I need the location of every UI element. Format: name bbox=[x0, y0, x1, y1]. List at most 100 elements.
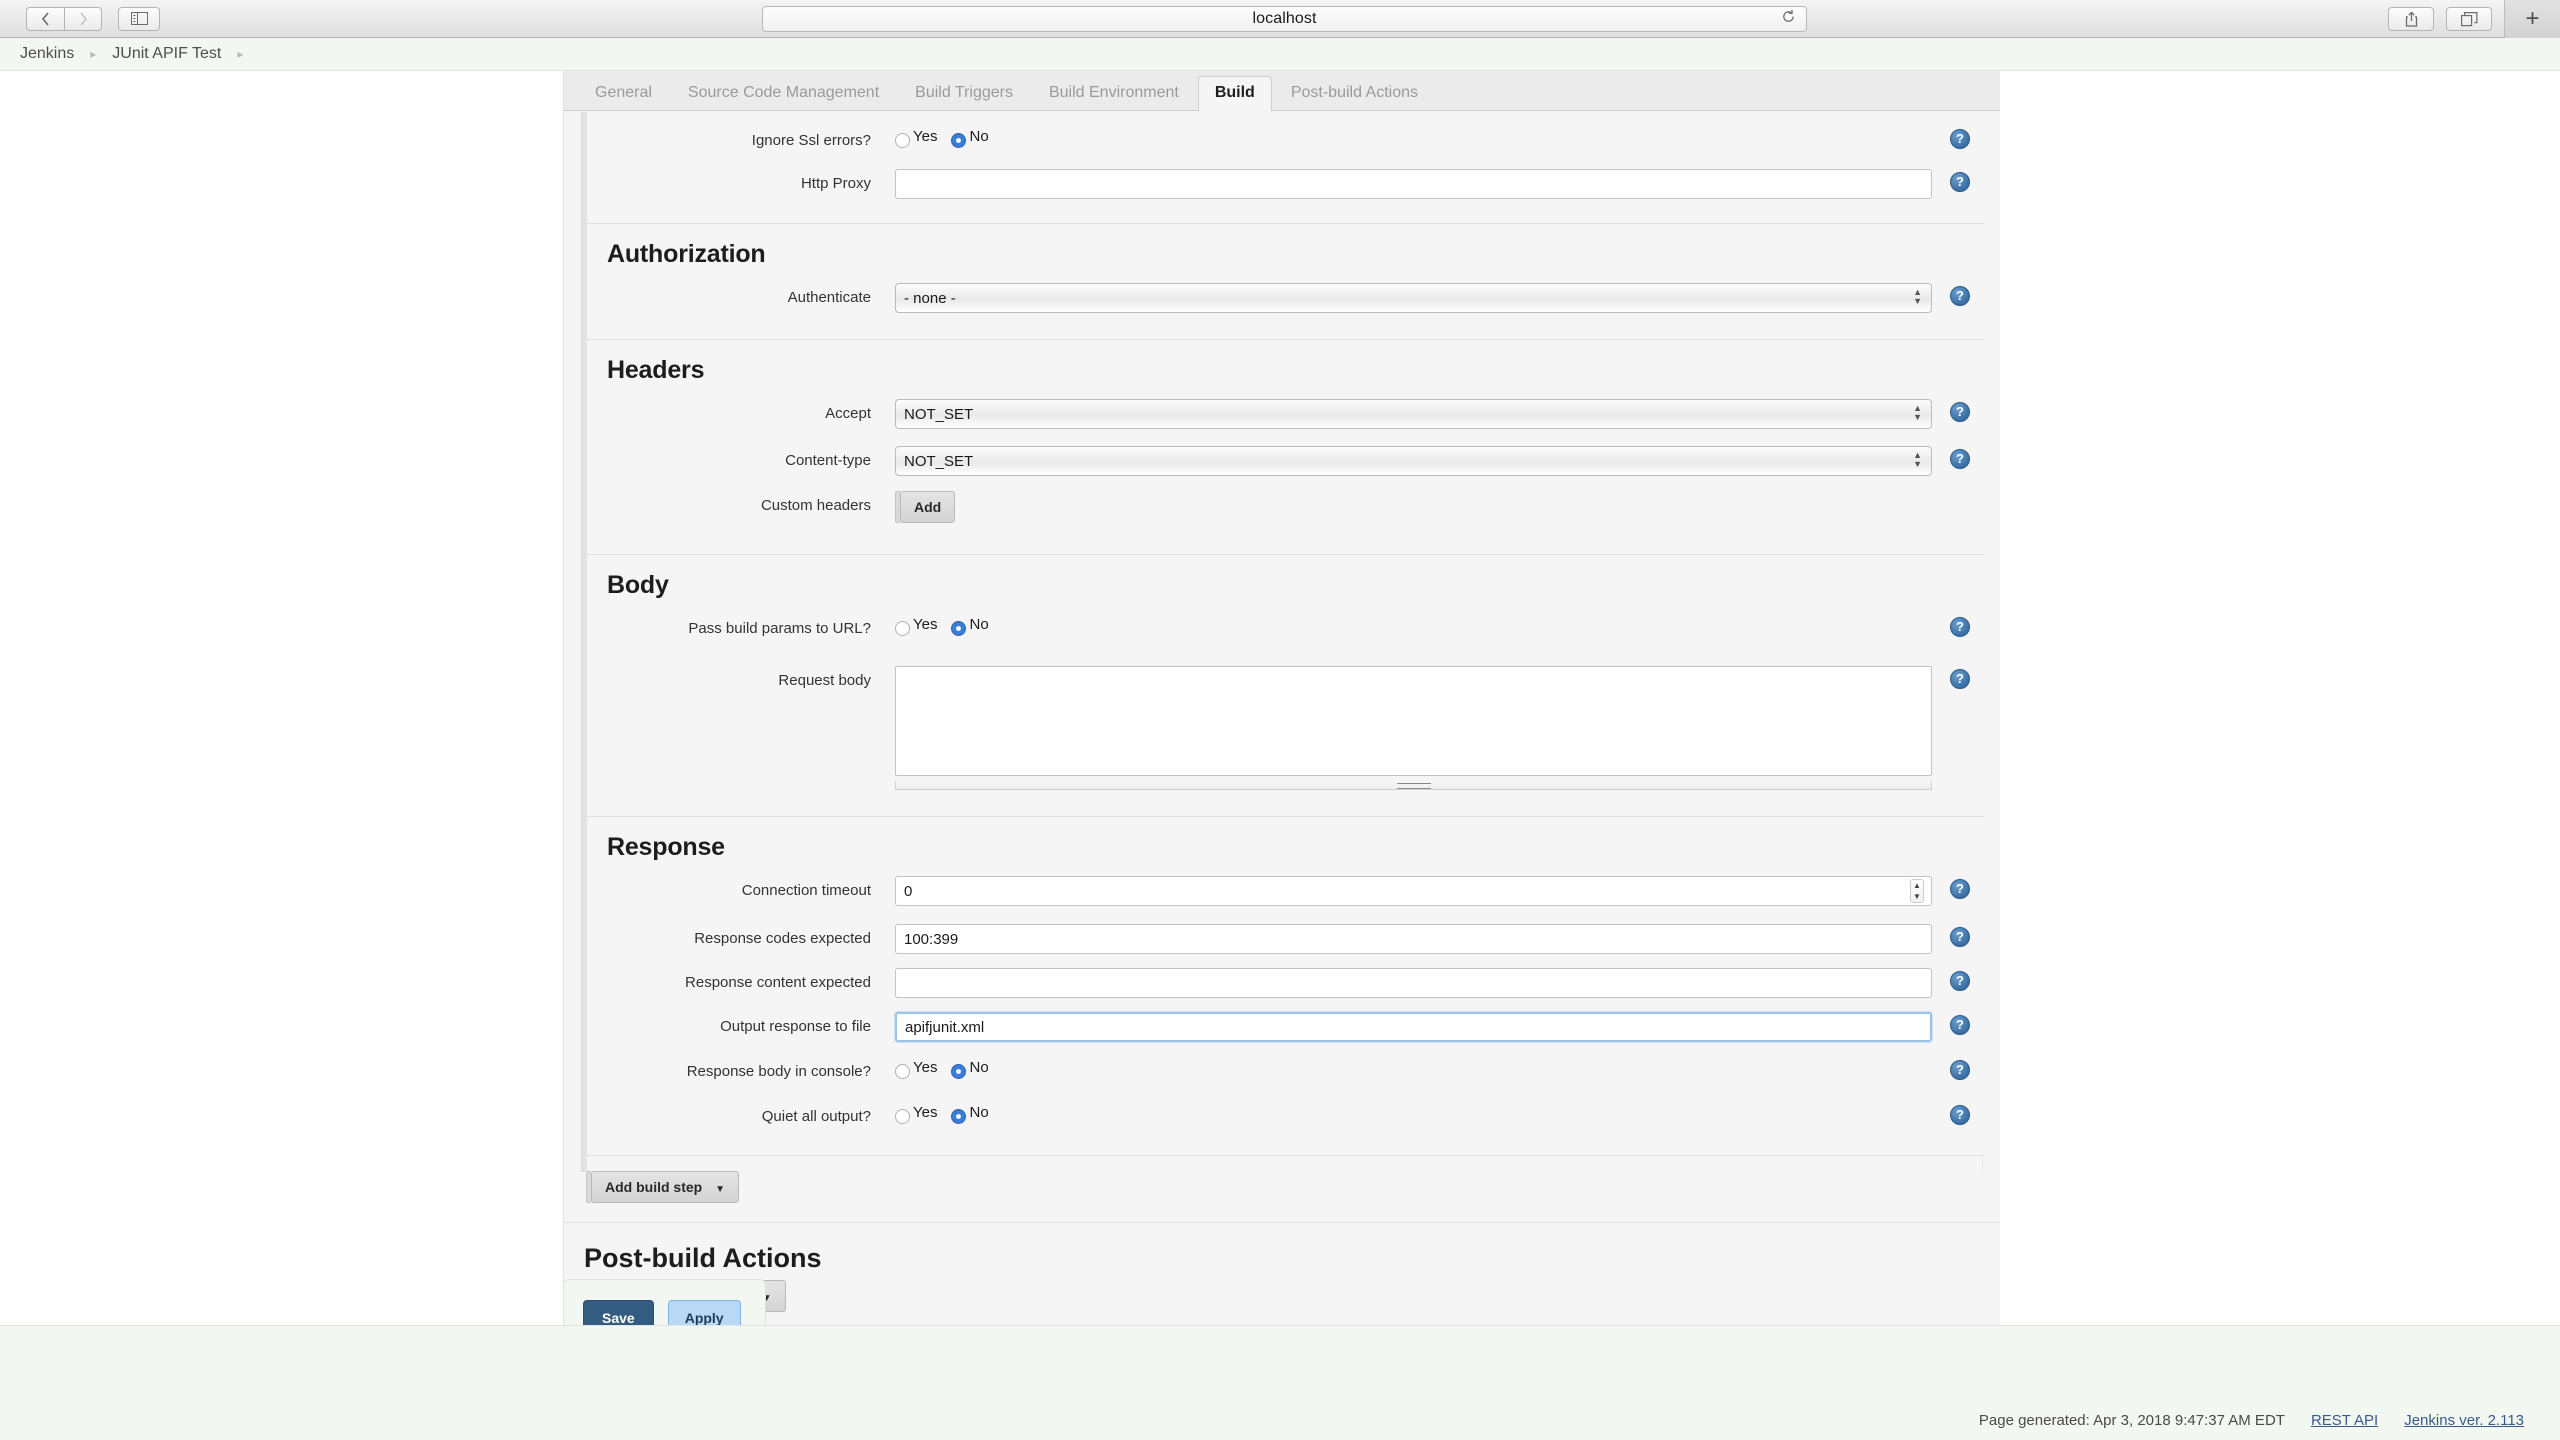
heading-response: Response bbox=[607, 833, 725, 861]
response-content-expected-input[interactable] bbox=[895, 968, 1932, 998]
label-pass-build-params: Pass build params to URL? bbox=[688, 620, 871, 637]
request-body-resize-handle[interactable] bbox=[895, 781, 1932, 790]
browser-toolbar: localhost + bbox=[0, 0, 2560, 38]
breadcrumb-separator-end[interactable]: ▸ bbox=[225, 47, 255, 61]
field-content-type: NOT_SET ▲ ▼ ? bbox=[895, 446, 1984, 476]
left-rail bbox=[0, 71, 564, 1361]
connection-timeout-input[interactable] bbox=[895, 876, 1932, 906]
row-request-body: Request body ? bbox=[587, 648, 1984, 790]
tab-build[interactable]: Build bbox=[1197, 76, 1272, 111]
right-rail bbox=[2000, 71, 2560, 1361]
radio-label-yes: Yes bbox=[913, 1059, 938, 1076]
radio-label-yes: Yes bbox=[913, 616, 938, 633]
help-icon-authenticate[interactable]: ? bbox=[1950, 286, 1970, 306]
field-response-body-in-console: Yes No ? bbox=[895, 1057, 1984, 1080]
radio-label-no: No bbox=[969, 1104, 989, 1121]
tab-build-environment[interactable]: Build Environment bbox=[1032, 76, 1196, 111]
radio-quiet-yes[interactable]: Yes bbox=[895, 1104, 947, 1124]
radio-response-console-no[interactable]: No bbox=[951, 1059, 998, 1079]
radio-pass-params-yes[interactable]: Yes bbox=[895, 616, 947, 636]
authenticate-select-wrap: - none - ▲ ▼ bbox=[895, 283, 1932, 313]
connection-timeout-wrap: ▲▼ bbox=[895, 876, 1932, 906]
page-footer: Page generated: Apr 3, 2018 9:47:37 AM E… bbox=[0, 1325, 2560, 1440]
row-response-body-in-console: Response body in console? Yes No ? bbox=[587, 1042, 1984, 1080]
radio-response-console-yes[interactable]: Yes bbox=[895, 1059, 947, 1079]
row-response-content-expected: Response content expected ? bbox=[587, 954, 1984, 998]
radio-dot-no[interactable] bbox=[951, 1109, 967, 1124]
row-output-response-to-file: Output response to file ? bbox=[587, 998, 1984, 1042]
radio-ignore-ssl-no[interactable]: No bbox=[951, 128, 998, 148]
row-response-codes-expected: Response codes expected ? bbox=[587, 910, 1984, 954]
reload-icon[interactable] bbox=[1781, 9, 1796, 29]
radio-quiet-no[interactable]: No bbox=[951, 1104, 998, 1124]
footer-content: Page generated: Apr 3, 2018 9:47:37 AM E… bbox=[1979, 1412, 2524, 1429]
address-bar[interactable]: localhost bbox=[762, 6, 1807, 32]
heading-authorization: Authorization bbox=[607, 240, 766, 268]
radio-pass-params-no[interactable]: No bbox=[951, 616, 998, 636]
field-pass-build-params: Yes No ? bbox=[895, 614, 1984, 637]
config-tab-bar: General Source Code Management Build Tri… bbox=[564, 71, 2000, 111]
help-icon-ignore-ssl-errors[interactable]: ? bbox=[1950, 129, 1970, 149]
radio-dot-no[interactable] bbox=[951, 1064, 967, 1079]
field-quiet-all-output: Yes No ? bbox=[895, 1102, 1984, 1125]
forward-button[interactable] bbox=[64, 6, 102, 31]
help-icon-connection-timeout[interactable]: ? bbox=[1950, 879, 1970, 899]
tab-post-build-actions[interactable]: Post-build Actions bbox=[1274, 76, 1435, 111]
tab-build-triggers[interactable]: Build Triggers bbox=[898, 76, 1030, 111]
help-icon-accept[interactable]: ? bbox=[1950, 402, 1970, 422]
field-output-response-to-file: ? bbox=[895, 1012, 1984, 1042]
tab-general[interactable]: General bbox=[578, 76, 669, 111]
field-ignore-ssl-errors: Yes No ? bbox=[895, 126, 1984, 149]
radio-label-no: No bbox=[969, 1059, 989, 1076]
sidebar-toggle-button[interactable] bbox=[118, 6, 160, 31]
radio-dot-yes[interactable] bbox=[895, 133, 910, 148]
accept-select[interactable]: NOT_SET bbox=[895, 399, 1932, 429]
radio-ignore-ssl-yes[interactable]: Yes bbox=[895, 128, 947, 148]
authenticate-select[interactable]: - none - bbox=[895, 283, 1932, 313]
navigation-buttons bbox=[26, 6, 102, 31]
build-step-form: Ignore Ssl errors? Yes No ? Http Proxy ?… bbox=[587, 112, 1984, 1156]
jenkins-version-link[interactable]: Jenkins ver. 2.113 bbox=[2404, 1412, 2524, 1429]
content-type-select[interactable]: NOT_SET bbox=[895, 446, 1932, 476]
help-icon-request-body[interactable]: ? bbox=[1950, 669, 1970, 689]
add-build-step-button[interactable]: Add build step ▼ bbox=[591, 1171, 740, 1203]
tab-source-code-management[interactable]: Source Code Management bbox=[671, 76, 896, 111]
help-icon-content-type[interactable]: ? bbox=[1950, 449, 1970, 469]
field-authenticate: - none - ▲ ▼ ? bbox=[895, 283, 1984, 313]
row-pass-build-params: Pass build params to URL? Yes No ? bbox=[587, 614, 1984, 648]
help-icon-pass-build-params[interactable]: ? bbox=[1950, 617, 1970, 637]
page-generated-text: Page generated: Apr 3, 2018 9:47:37 AM E… bbox=[1978, 1412, 2285, 1429]
radio-dot-no[interactable] bbox=[951, 621, 967, 636]
heading-body: Body bbox=[607, 571, 669, 599]
radio-dot-no[interactable] bbox=[951, 133, 967, 148]
label-custom-headers: Custom headers bbox=[760, 497, 871, 514]
rest-api-link[interactable]: REST API bbox=[2311, 1412, 2378, 1429]
radio-group-ignore-ssl-errors: Yes No bbox=[895, 126, 1932, 148]
help-icon-response-content-expected[interactable]: ? bbox=[1950, 971, 1970, 991]
help-icon-response-codes-expected[interactable]: ? bbox=[1950, 927, 1970, 947]
breadcrumb: Jenkins ▸ JUnit APIF Test ▸ bbox=[0, 38, 2560, 71]
request-body-textarea[interactable] bbox=[895, 666, 1932, 776]
response-codes-expected-input[interactable] bbox=[895, 924, 1932, 954]
breadcrumb-item-job[interactable]: JUnit APIF Test bbox=[108, 45, 225, 63]
new-tab-button[interactable]: + bbox=[2504, 0, 2560, 38]
help-icon-response-body-in-console[interactable]: ? bbox=[1950, 1060, 1970, 1080]
radio-dot-yes[interactable] bbox=[895, 621, 910, 636]
breadcrumb-item-jenkins[interactable]: Jenkins bbox=[16, 45, 78, 63]
radio-label-no: No bbox=[969, 128, 989, 145]
radio-dot-yes[interactable] bbox=[895, 1109, 910, 1124]
back-button[interactable] bbox=[26, 6, 64, 31]
http-proxy-input[interactable] bbox=[895, 169, 1932, 199]
output-response-to-file-input[interactable] bbox=[895, 1012, 1932, 1042]
help-icon-quiet-all-output[interactable]: ? bbox=[1950, 1105, 1970, 1125]
help-icon-http-proxy[interactable]: ? bbox=[1950, 172, 1970, 192]
radio-group-quiet-all-output: Yes No bbox=[895, 1102, 1932, 1124]
radio-label-yes: Yes bbox=[913, 128, 938, 145]
show-tabs-button[interactable] bbox=[2446, 7, 2492, 31]
row-http-proxy: Http Proxy ? bbox=[587, 149, 1984, 199]
radio-dot-yes[interactable] bbox=[895, 1064, 910, 1079]
field-connection-timeout: ▲▼ ? bbox=[895, 876, 1984, 906]
add-custom-header-button[interactable]: Add bbox=[900, 491, 956, 523]
share-button[interactable] bbox=[2388, 7, 2434, 31]
help-icon-output-response-to-file[interactable]: ? bbox=[1950, 1015, 1970, 1035]
